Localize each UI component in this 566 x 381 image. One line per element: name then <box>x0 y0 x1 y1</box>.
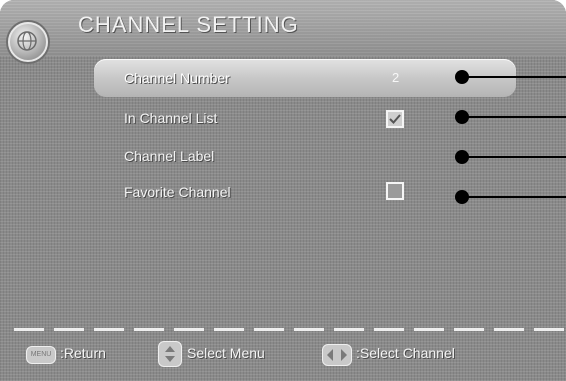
checkmark-icon <box>389 114 401 124</box>
tv-screen: CHANNEL SETTING Channel Number 2 In Chan… <box>0 0 566 381</box>
menu-button-icon: MENU <box>26 346 56 364</box>
favorite-channel-checkbox[interactable] <box>386 182 404 200</box>
in-channel-list-checkbox[interactable] <box>386 110 404 128</box>
callout-line-2 <box>462 116 566 118</box>
footer-divider <box>14 328 566 331</box>
menu-item-channel-number[interactable]: Channel Number <box>124 70 230 86</box>
footer-return-label: :Return <box>60 345 106 361</box>
footer-select-channel-label: :Select Channel <box>356 345 455 361</box>
footer-select-menu-label: Select Menu <box>187 345 265 361</box>
globe-icon <box>8 22 48 62</box>
channel-number-value: 2 <box>392 70 400 85</box>
callout-line-1 <box>462 76 566 78</box>
callout-line-4 <box>462 196 566 198</box>
left-right-button-icon <box>322 344 352 366</box>
menu-item-in-channel-list[interactable]: In Channel List <box>124 110 217 126</box>
callout-line-3 <box>462 156 566 158</box>
menu-header: CHANNEL SETTING <box>0 0 566 62</box>
menu-item-favorite-channel[interactable]: Favorite Channel <box>124 184 231 200</box>
menu-item-channel-label[interactable]: Channel Label <box>124 148 214 164</box>
page-title: CHANNEL SETTING <box>78 12 299 37</box>
up-down-button-icon <box>158 341 182 367</box>
